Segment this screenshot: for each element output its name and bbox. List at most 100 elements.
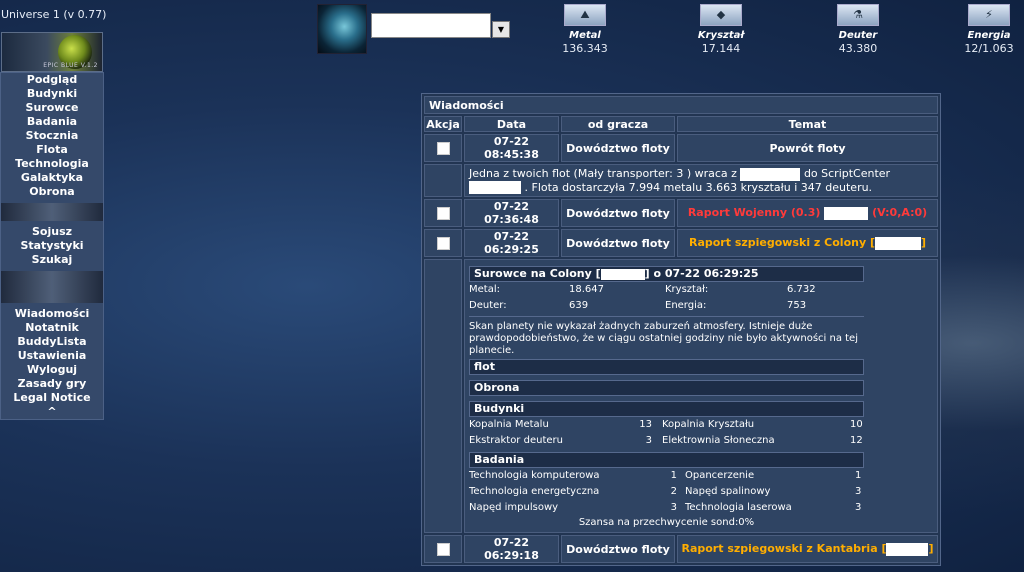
resource-crystal: ◆ Kryształ 17.144 (686, 4, 756, 55)
resource-deuterium: ⚗ Deuter 43.380 (823, 4, 893, 55)
menu-flota[interactable]: Flota (1, 143, 103, 157)
resource-metal: ⛰ Metal 136.343 (550, 4, 620, 55)
redacted-box (886, 542, 929, 556)
menu-separator (1, 271, 103, 303)
spy-head-text: ] o 07-22 06:29:25 (644, 267, 759, 280)
message-text: do ScriptCenter (803, 167, 891, 180)
spy-head-text: Surowce na Colony [ (474, 267, 601, 280)
metal-icon: ⛰ (564, 4, 606, 26)
spy-value: 3 (670, 502, 677, 513)
col-from: od gracza (561, 116, 675, 132)
menu-budynki[interactable]: Budynki (1, 87, 103, 101)
messages-title: Wiadomości (424, 96, 938, 114)
spy-fleet-header: flot (469, 359, 864, 375)
resource-label: Metal (569, 30, 601, 41)
spy-label: Kryształ: (665, 284, 709, 295)
menu-zasady-gry[interactable]: Zasady gry (1, 377, 103, 391)
menu-statystyki[interactable]: Statystyki (1, 239, 103, 253)
spy-label: Energia: (665, 300, 707, 311)
spy-value: 18.647 (569, 284, 604, 295)
subject-suffix: (V:0,A:0) (872, 206, 928, 220)
menu-legal-notice[interactable]: Legal Notice (1, 391, 103, 405)
redacted-box (824, 206, 869, 220)
menu-surowce[interactable]: Surowce (1, 101, 103, 115)
spy-label: Kopalnia Kryształu (662, 419, 755, 430)
resource-value: 17.144 (701, 42, 741, 55)
menu-sojusz[interactable]: Sojusz (1, 225, 103, 239)
spy-label: Elektrownia Słoneczna (662, 435, 775, 446)
message-checkbox[interactable] (436, 141, 450, 155)
spy-label: Technologia komputerowa (469, 470, 600, 481)
resource-label: Deuter (838, 30, 878, 41)
menu-buddylista[interactable]: BuddyLista (1, 335, 103, 349)
resource-value: 136.343 (562, 42, 608, 55)
message-date: 07-22 06:29:18 (464, 535, 559, 563)
redacted-box (600, 268, 645, 280)
spy-defense-header: Obrona (469, 380, 864, 396)
menu-galaktyka[interactable]: Galaktyka (1, 171, 103, 185)
spy-buildings-header: Budynki (469, 401, 864, 417)
spy-research-row: Napęd impulsowy 3 Technologia laserowa 3 (469, 500, 864, 516)
subject-text[interactable]: Raport Wojenny (0.3) (688, 206, 821, 219)
menu-stocznia[interactable]: Stocznia (1, 129, 103, 143)
spy-building-row: Kopalnia Metalu 13 Kopalnia Kryształu 10 (469, 417, 864, 433)
message-date: 07-22 06:29:25 (464, 229, 559, 257)
table-row: 07-22 07:36:48 Dowództwo floty Raport Wo… (424, 199, 938, 227)
menu-separator (1, 203, 103, 221)
spy-intercept-chance: Szansa na przechwycenie sond:0% (578, 517, 755, 528)
message-subject[interactable]: Raport Wojenny (0.3) (V:0,A:0) (677, 199, 938, 227)
subject-text[interactable]: Raport szpiegowski z Kantabria [ (681, 542, 886, 555)
spy-value: 1 (855, 470, 862, 481)
menu-scroll-top[interactable]: ^ (1, 405, 103, 419)
message-checkbox[interactable] (436, 236, 450, 250)
redacted-box (740, 167, 801, 181)
message-text: . Flota dostarczyła 7.994 metalu 3.663 k… (524, 180, 873, 194)
redacted-box (874, 236, 921, 250)
message-subject[interactable]: Raport szpiegowski z Colony [] (677, 229, 938, 257)
spy-label: Technologia energetyczna (469, 486, 600, 497)
spy-research-row: Technologia energetyczna 2 Napęd spalino… (469, 484, 864, 500)
chevron-down-icon[interactable]: ▼ (492, 21, 510, 38)
menu-notatnik[interactable]: Notatnik (1, 321, 103, 335)
message-subject[interactable]: Powrót floty (677, 134, 938, 162)
crystal-icon: ◆ (700, 4, 742, 26)
menu-podglad[interactable]: Podgląd (1, 73, 103, 87)
message-body: Jedna z twoich flot (Mały transporter: 3… (464, 164, 938, 197)
spy-value: 3 (855, 486, 862, 497)
spy-activity-text: Skan planety nie wykazał żadnych zaburze… (469, 321, 858, 356)
menu-ustawienia[interactable]: Ustawienia (1, 349, 103, 363)
spy-value: 6.732 (787, 284, 816, 295)
message-date: 07-22 07:36:48 (464, 199, 559, 227)
resource-value: 43.380 (838, 42, 878, 55)
menu-obrona[interactable]: Obrona (1, 185, 103, 199)
menu-wyloguj[interactable]: Wyloguj (1, 363, 103, 377)
message-from: Dowództwo floty (561, 134, 675, 162)
spy-building-row: Ekstraktor deuteru 3 Elektrownia Słonecz… (469, 433, 864, 449)
menu-badania[interactable]: Badania (1, 115, 103, 129)
spy-value: 3 (645, 435, 652, 446)
message-checkbox[interactable] (436, 206, 450, 220)
table-row: Jedna z twoich flot (Mały transporter: 3… (424, 164, 938, 197)
spy-value: 2 (670, 486, 677, 497)
message-text: Jedna z twoich flot (Mały transporter: 3… (469, 167, 737, 180)
planet-image[interactable] (317, 4, 367, 54)
divider (469, 316, 864, 317)
subject-bracket: ] (928, 542, 934, 556)
message-checkbox[interactable] (436, 542, 450, 556)
resource-label: Energia (967, 30, 1011, 41)
subject-text[interactable]: Raport szpiegowski z Colony [ (689, 236, 875, 249)
messages-panel: Wiadomości Akcja Data od gracza Temat 07… (421, 93, 941, 566)
message-subject[interactable]: Raport szpiegowski z Kantabria [] (677, 535, 938, 563)
col-date: Data (464, 116, 559, 132)
menu-szukaj[interactable]: Szukaj (1, 253, 103, 267)
menu-technologia[interactable]: Technologia (1, 157, 103, 171)
spy-resource-row: Deuter: 639 Energia: 753 (469, 298, 864, 314)
spy-label: Technologia laserowa (685, 502, 792, 513)
spy-label: Napęd impulsowy (469, 502, 559, 513)
resource-energy: ⚡ Energia 12/1.063 (954, 4, 1024, 55)
subject-bracket: ] (920, 236, 927, 250)
menu-wiadomosci[interactable]: Wiadomości (1, 307, 103, 321)
planet-select[interactable] (371, 13, 491, 38)
spy-label: Opancerzenie (685, 470, 755, 481)
table-row: 07-22 06:29:18 Dowództwo floty Raport sz… (424, 535, 938, 563)
